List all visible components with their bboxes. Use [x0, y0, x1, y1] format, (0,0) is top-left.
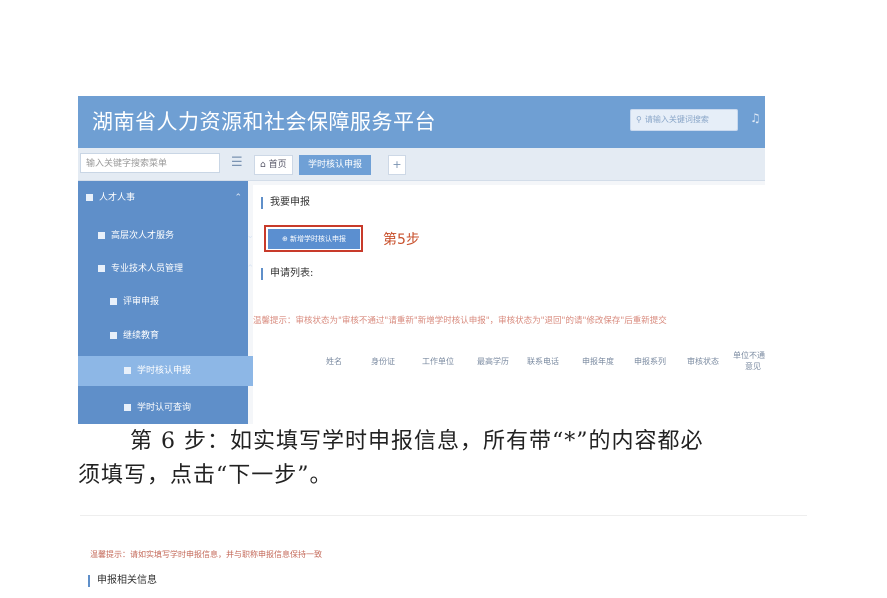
- menu-square-icon: [98, 265, 105, 272]
- sidebar-item-label: 评审申报: [123, 297, 160, 307]
- table-header: 姓名 身份证 工作单位 最高学历 联系电话 申报年度 申报系列 审核状态 单位不…: [313, 350, 765, 380]
- menu-square-icon: [124, 367, 131, 374]
- column-header: 单位不通过 意见: [733, 350, 765, 372]
- menu-square-icon: [110, 332, 117, 339]
- sidebar-item-label: 人才人事: [99, 193, 136, 203]
- menu-square-icon: [98, 232, 105, 239]
- hamburger-icon[interactable]: ☰: [231, 155, 243, 170]
- app-title: 湖南省人力资源和社会保障服务平台: [92, 110, 436, 134]
- tab-bar: 输入关键字搜索菜单 ☰ ⌂ 首页 学时核认申报 +: [78, 148, 765, 181]
- step-annotation: 第5步: [383, 232, 420, 248]
- menu-search-input[interactable]: 输入关键字搜索菜单: [80, 153, 220, 173]
- column-header: 联系电话: [527, 357, 559, 366]
- chevron-up-icon: ⌃: [234, 193, 242, 203]
- screenshot-step5: 湖南省人力资源和社会保障服务平台 ⚲ 请输入关键词搜索 ♫ 输入关键字搜索菜单 ☰…: [78, 96, 765, 424]
- column-header: 申报系列: [634, 357, 666, 366]
- section-title-declare: 我要申报: [261, 197, 310, 209]
- tab-home-label: 首页: [268, 160, 287, 170]
- header-search-input[interactable]: ⚲ 请输入关键词搜索: [630, 109, 738, 131]
- header-search-placeholder: 请输入关键词搜索: [644, 115, 709, 124]
- column-header-line: 单位不通过: [733, 351, 765, 360]
- tab-hours-declaration[interactable]: 学时核认申报: [299, 155, 372, 175]
- section-title-declaration-info: 申报相关信息: [88, 575, 157, 587]
- column-header: 最高学历: [477, 357, 509, 366]
- column-header: 姓名: [326, 357, 342, 366]
- sidebar-item-label: 学时认可查询: [137, 403, 192, 413]
- instruction-caption: 第 6 步：如实填写学时申报信息，所有带“*”的内容都必 须填写，点击“下一步”…: [78, 425, 818, 493]
- section-title-list: 申请列表:: [261, 268, 313, 280]
- sidebar-item-label: 继续教育: [123, 331, 160, 341]
- sidebar-item-label: 高层次人才服务: [111, 231, 175, 241]
- sidebar-item-label: 学时核认申报: [137, 366, 192, 376]
- screenshot-step6: 温馨提示：请如实填写学时申报信息，并与职称申报信息保持一致 申报相关信息: [80, 515, 807, 598]
- column-header: 工作单位: [422, 357, 454, 366]
- caption-line-2: 须填写，点击“下一步”。: [78, 463, 333, 488]
- tab-home[interactable]: ⌂ 首页: [254, 155, 293, 175]
- add-hours-declaration-button[interactable]: ⊕ 新增学时核认申报: [268, 229, 360, 249]
- column-header: 身份证: [371, 357, 395, 366]
- bell-icon[interactable]: ♫: [750, 111, 761, 125]
- app-header: 湖南省人力资源和社会保障服务平台 ⚲ 请输入关键词搜索 ♫: [78, 96, 765, 148]
- caption-line-1: 第 6 步：如实填写学时申报信息，所有带“*”的内容都必: [130, 429, 704, 454]
- menu-square-icon: [124, 404, 131, 411]
- search-icon: ⚲: [636, 115, 642, 124]
- add-tab-button[interactable]: +: [388, 155, 406, 175]
- column-header: 审核状态: [687, 357, 719, 366]
- column-header-line: 意见: [745, 362, 761, 371]
- sidebar: 人才人事 ⌃ 高层次人才服务 ⌄ 专业技术人员管理 ⌃ 评审申报 ⌄ 继续教育 …: [78, 181, 294, 424]
- sidebar-item-professional-tech[interactable]: 专业技术人员管理 ⌃: [78, 254, 268, 284]
- sidebar-item-label: 专业技术人员管理: [111, 264, 184, 274]
- sidebar-item-review-declaration[interactable]: 评审申报 ⌄: [78, 287, 280, 317]
- menu-square-icon: [86, 194, 93, 201]
- column-header: 申报年度: [582, 357, 614, 366]
- tip-text: 温馨提示：请如实填写学时申报信息，并与职称申报信息保持一致: [90, 550, 322, 559]
- main-content: 我要申报 ⊕ 新增学时核认申报 第5步 申请列表: 温馨提示：审核状态为"审核不…: [253, 185, 765, 424]
- tip-text: 温馨提示：审核状态为"审核不通过"请重新"新增学时核认申报"，审核状态为"退回"…: [253, 316, 667, 326]
- sidebar-item-continuing-education[interactable]: 继续教育 ⌃: [78, 321, 280, 351]
- sidebar-item-high-level-talent[interactable]: 高层次人才服务 ⌄: [78, 221, 268, 251]
- home-icon: ⌂: [260, 160, 266, 170]
- menu-square-icon: [110, 298, 117, 305]
- sidebar-item-talent[interactable]: 人才人事 ⌃: [78, 183, 256, 213]
